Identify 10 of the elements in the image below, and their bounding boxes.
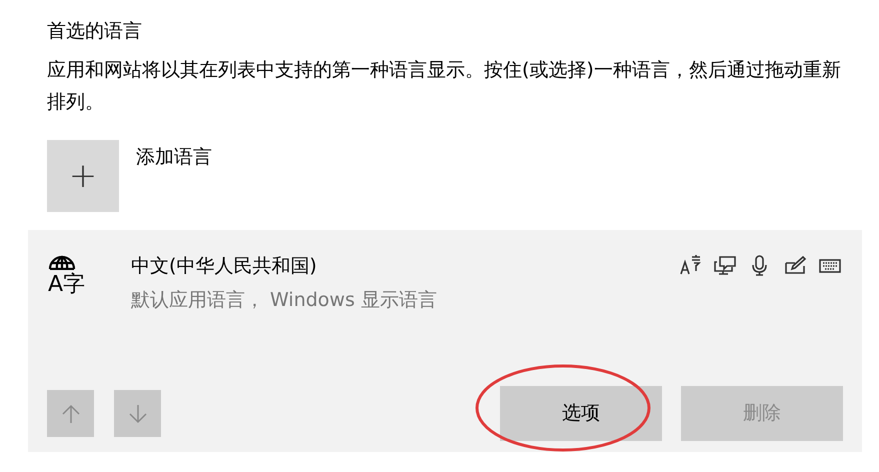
language-name: 中文(中华人民共和国) [131, 254, 318, 279]
add-language-label: 添加语言 [136, 145, 212, 170]
language-glyph: A字 [48, 271, 86, 299]
globe-icon [48, 254, 76, 270]
language-detail: 默认应用语言， Windows 显示语言 [131, 288, 437, 313]
display-chat-icon [713, 254, 737, 278]
section-title: 首选的语言 [47, 19, 142, 44]
description-text: 应用和网站将以其在列表中支持的第一种语言显示。按住(或选择)一种语言，然后通过拖动重新排列。 [47, 58, 842, 115]
add-language-button[interactable]: + [47, 140, 119, 212]
options-button[interactable]: 选项 [500, 386, 662, 441]
